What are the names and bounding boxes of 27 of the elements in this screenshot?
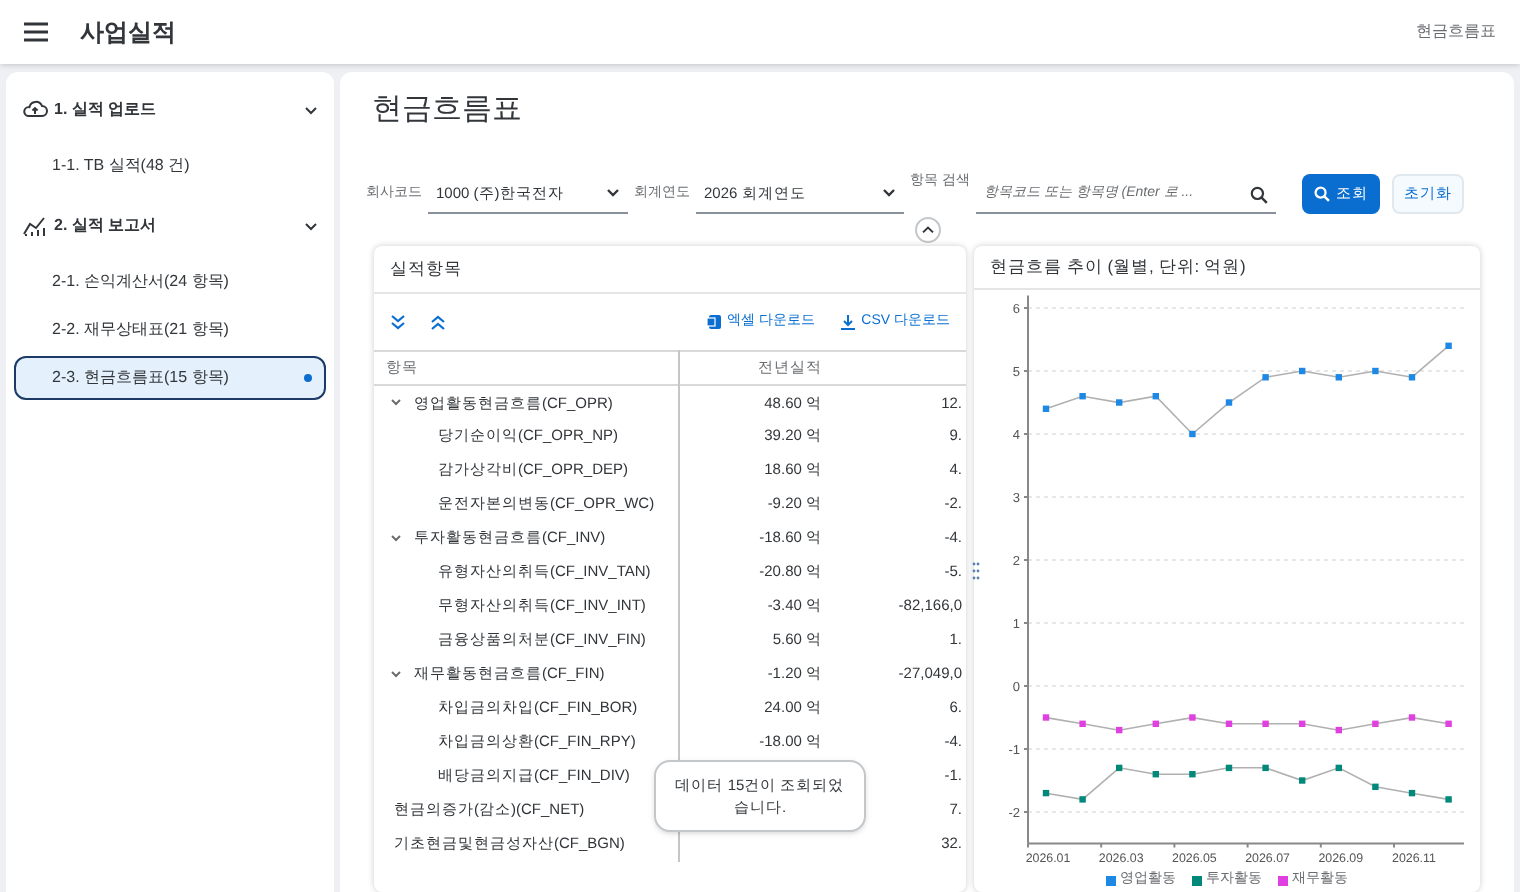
caret-icon (606, 188, 620, 198)
cloud-upload-icon (22, 98, 48, 122)
page-title: 현금흐름표 (370, 90, 524, 130)
spreadsheet-icon (705, 314, 722, 330)
chevron-icon[interactable] (304, 105, 318, 115)
selected-indicator-icon (304, 374, 312, 382)
chevron-icon[interactable] (304, 221, 318, 231)
chart-icon (22, 214, 48, 238)
sidebar-item[interactable]: 1-1. TB 실적(48 건) (14, 144, 326, 188)
search-icon (1249, 186, 1268, 204)
sidebar-item[interactable]: 2-1. 손익계산서(24 항목) (14, 260, 326, 304)
sidebar-item[interactable]: 2-2. 재무상태표(21 항목) (14, 308, 326, 352)
menu-icon[interactable] (24, 22, 48, 42)
card-title: 실적항목 (374, 246, 966, 294)
drag-handle-icon[interactable] (972, 562, 980, 580)
collapse-all-icon[interactable] (430, 314, 446, 330)
collapse-toggle-icon[interactable] (913, 216, 941, 244)
app-title: 사업실적 (80, 16, 176, 50)
sidebar-group-label[interactable]: 1. 실적 업로드 (54, 98, 157, 122)
sidebar-group-label[interactable]: 2. 실적 보고서 (54, 214, 157, 238)
page-breadcrumb: 현금흐름표 (1416, 20, 1496, 44)
search-icon (1313, 186, 1330, 202)
sidebar-item[interactable]: 2-3. 현금흐름표(15 항목) (14, 356, 326, 400)
download-icon (839, 314, 856, 330)
expand-all-icon[interactable] (390, 314, 406, 330)
card-title: 현금흐름 추이 (월별, 단위: 억원) (974, 246, 1480, 290)
caret-icon (882, 188, 896, 198)
